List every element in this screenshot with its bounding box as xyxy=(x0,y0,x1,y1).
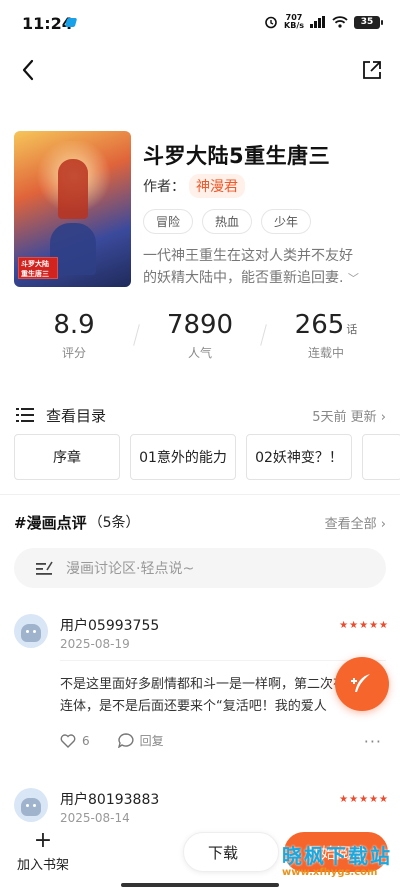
more-options-icon[interactable]: ··· xyxy=(364,732,382,751)
comment-placeholder: 漫画讨论区·轻点说~ xyxy=(66,561,195,577)
book-description[interactable]: 一代神王重生在这对人类并不友好 的妖精大陆中，能否重新追回妻. ﹀ xyxy=(143,245,388,290)
comment-item: 用户05993755 2025-08-19 ★ ★ ★ ★ ★ 不是这里面好多剧情都和斗… xyxy=(14,614,388,764)
rating-stars: ★ ★ ★ ★ ★ xyxy=(339,794,388,805)
app-notification-icon xyxy=(64,18,78,27)
tag-youth[interactable]: 少年 xyxy=(261,209,312,234)
write-review-button[interactable] xyxy=(335,657,389,711)
tag-hot-blooded[interactable]: 热血 xyxy=(202,209,253,234)
catalog-header[interactable]: 查看目录 5天前 更新 › xyxy=(16,403,386,427)
stat-divider xyxy=(133,324,140,346)
stat-rating: 8.9 评分 xyxy=(53,310,95,360)
share-external-icon xyxy=(363,61,381,79)
star-icon: ★ xyxy=(379,794,388,805)
chapter-item-partial[interactable] xyxy=(362,434,400,480)
stat-divider xyxy=(260,324,267,346)
start-reading-button[interactable]: 开始阅读 xyxy=(284,832,388,872)
stats-row: 8.9 评分 7890 人气 265 话 连载中 xyxy=(0,310,400,370)
avatar[interactable] xyxy=(14,614,48,648)
star-icon: ★ xyxy=(359,620,369,631)
star-icon: ★ xyxy=(379,620,388,631)
star-icon: ★ xyxy=(339,794,349,805)
heart-icon[interactable] xyxy=(60,733,76,748)
star-icon: ★ xyxy=(369,620,379,631)
star-icon: ★ xyxy=(339,620,349,631)
stat-popularity: 7890 人气 xyxy=(166,310,234,360)
status-bar: 11:24 707 KB/s 35 xyxy=(0,0,400,48)
avatar[interactable] xyxy=(14,788,48,822)
reply-button[interactable]: 回复 xyxy=(117,732,164,749)
chevron-left-icon xyxy=(22,59,34,81)
book-cover[interactable]: 斗罗大陆 重生唐三 xyxy=(14,131,131,287)
alarm-icon xyxy=(265,16,277,29)
comment-username[interactable]: 用户05993755 xyxy=(60,615,159,635)
author-link[interactable]: 神漫君 xyxy=(189,174,245,198)
star-icon: ★ xyxy=(359,794,369,805)
add-to-shelf-button[interactable]: + 加入书架 xyxy=(8,828,78,874)
chevron-right-icon: › xyxy=(380,409,386,425)
comments-count: （5条） xyxy=(88,515,140,531)
comment-date: 2025-08-19 xyxy=(60,637,130,651)
comment-input[interactable]: 漫画讨论区·轻点说~ xyxy=(14,548,386,588)
rating-stars: ★ ★ ★ ★ ★ xyxy=(339,620,388,631)
plus-icon: + xyxy=(33,828,53,853)
chevron-right-icon: › xyxy=(380,516,386,532)
expand-chevron-icon[interactable]: ﹀ xyxy=(348,272,359,285)
chapter-item[interactable]: 序章 xyxy=(14,434,120,480)
comments-title: #漫画点评 xyxy=(14,513,87,532)
home-indicator[interactable] xyxy=(121,883,279,887)
stat-episodes: 265 话 连载中 xyxy=(294,310,358,360)
comments-header: #漫画点评 （5条） 查看全部 › xyxy=(14,510,386,534)
signal-icon xyxy=(310,16,325,28)
battery-icon: 35 xyxy=(354,15,383,29)
comment-actions: 6 回复 xyxy=(60,732,164,749)
view-all-link[interactable]: 查看全部 › xyxy=(325,513,386,532)
wifi-icon xyxy=(332,16,348,28)
star-icon: ★ xyxy=(349,794,359,805)
chapter-item[interactable]: 02妖神变？！ xyxy=(246,434,352,480)
star-icon: ★ xyxy=(369,794,379,805)
comment-bubble-icon xyxy=(117,733,134,748)
catalog-title: 查看目录 xyxy=(46,406,107,425)
share-button[interactable] xyxy=(358,56,386,84)
chapter-list: 序章 01意外的能力 02妖神变？！ xyxy=(14,434,400,480)
feather-pen-icon xyxy=(351,674,370,692)
list-icon xyxy=(16,408,34,422)
book-title: 斗罗大陆5重生唐三 xyxy=(143,144,331,168)
edit-lines-icon xyxy=(36,561,53,575)
bottom-bar: + 加入书架 下载 开始阅读 xyxy=(0,822,400,889)
chapter-item[interactable]: 01意外的能力 xyxy=(130,434,236,480)
download-button[interactable]: 下载 xyxy=(183,832,279,872)
catalog-update: 5天前 更新 › xyxy=(312,409,386,425)
back-button[interactable] xyxy=(14,56,42,84)
comment-username[interactable]: 用户80193883 xyxy=(60,789,159,809)
section-divider xyxy=(0,494,400,495)
author-label: 作者： xyxy=(143,179,185,195)
star-icon: ★ xyxy=(349,620,359,631)
net-speed: 707 KB/s xyxy=(284,13,304,30)
comment-divider xyxy=(60,660,386,661)
author-row: 作者： 神漫君 xyxy=(143,174,245,198)
tag-adventure[interactable]: 冒险 xyxy=(143,209,194,234)
like-count: 6 xyxy=(82,733,90,748)
status-right: 707 KB/s 35 xyxy=(264,13,383,30)
cover-logo: 斗罗大陆 重生唐三 xyxy=(18,257,58,279)
tag-list: 冒险 热血 少年 xyxy=(143,209,312,234)
